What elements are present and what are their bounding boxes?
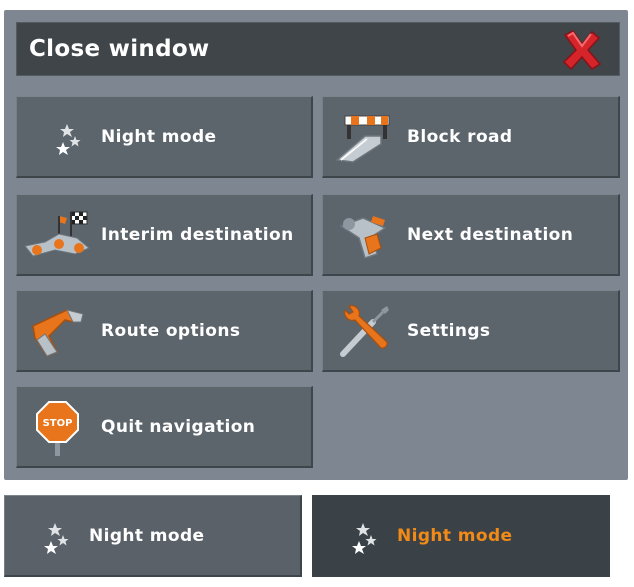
- moon-stars-icon: [22, 519, 69, 554]
- night-mode-label: Night mode: [101, 127, 217, 147]
- route-options-button[interactable]: Route options: [16, 290, 313, 372]
- next-destination-label: Next destination: [407, 225, 574, 245]
- settings-button[interactable]: Settings: [322, 290, 620, 372]
- stop-sign-text: STOP: [43, 418, 73, 429]
- wrench-screwdriver-icon: [340, 305, 389, 357]
- stop-sign-icon: STOP: [36, 401, 79, 456]
- night-mode-button-normal[interactable]: Night mode: [4, 495, 302, 577]
- interim-destination-label: Interim destination: [101, 225, 294, 245]
- next-destination-button[interactable]: Next destination: [322, 194, 620, 276]
- moon-stars-icon: [34, 120, 81, 155]
- route-options-icon: [32, 309, 84, 357]
- night-mode-label-selected: Night mode: [397, 526, 513, 546]
- close-x-icon[interactable]: [559, 27, 605, 73]
- quit-navigation-label: Quit navigation: [101, 417, 256, 437]
- settings-label: Settings: [407, 321, 491, 341]
- close-window-button[interactable]: Close window: [16, 22, 620, 76]
- block-road-button[interactable]: Block road: [322, 96, 620, 178]
- route-options-label: Route options: [101, 321, 241, 341]
- block-road-label: Block road: [407, 127, 513, 147]
- close-window-label: Close window: [29, 36, 210, 62]
- quit-navigation-button[interactable]: STOP Quit navigation: [16, 386, 313, 468]
- interim-destination-button[interactable]: Interim destination: [16, 194, 313, 276]
- interim-destination-icon: [24, 211, 90, 257]
- road-block-icon: [335, 115, 390, 163]
- next-destination-icon: [339, 216, 387, 259]
- night-mode-button[interactable]: Night mode: [16, 96, 313, 178]
- moon-stars-icon: [330, 519, 377, 554]
- night-mode-button-selected[interactable]: Night mode: [312, 495, 610, 577]
- night-mode-label: Night mode: [89, 526, 205, 546]
